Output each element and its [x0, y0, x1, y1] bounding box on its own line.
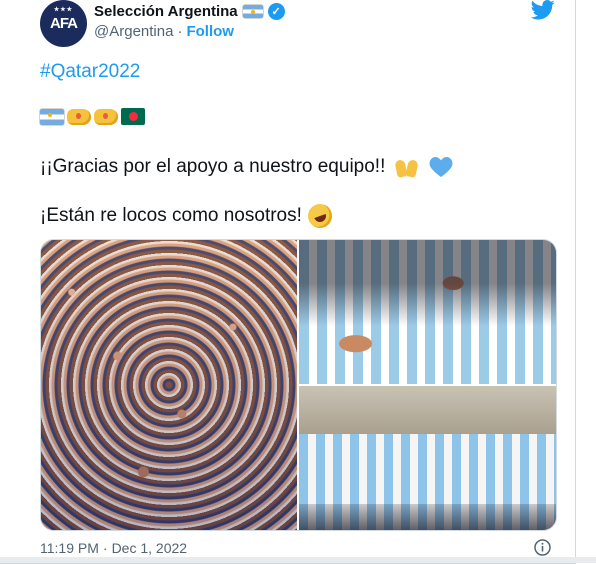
argentina-flag-icon — [40, 108, 64, 125]
date-separator: · — [102, 540, 108, 556]
tweet-text-line-2: ¡Están re locos como nosotros! — [40, 200, 336, 232]
fist-bump-icon — [94, 108, 118, 125]
photo-crowd[interactable] — [41, 240, 297, 530]
tweet-timestamp[interactable]: 11:19 PM · Dec 1, 2022 — [40, 540, 187, 556]
tweet-text-line-1: ¡¡Gracias por el apoyo a nuestro equipo!… — [40, 156, 453, 178]
time: 11:19 PM — [40, 540, 99, 556]
tweet-text: ¡Están re locos como nosotros! — [40, 205, 302, 226]
hashtag-link[interactable]: #Qatar2022 — [40, 61, 140, 83]
handle-row: @Argentina · Follow — [94, 23, 234, 40]
avatar-text: AFA — [50, 15, 78, 32]
handle[interactable]: @Argentina — [94, 23, 173, 40]
photo-fans-in-jerseys[interactable] — [299, 386, 556, 530]
info-icon[interactable] — [534, 539, 551, 556]
verified-badge-icon: ✓ — [267, 3, 285, 20]
emoji-line — [40, 108, 145, 125]
avatar[interactable]: ★★★ AFA — [40, 0, 87, 47]
tweet-card: ★★★ AFA Selección Argentina ✓ @Argentina… — [0, 0, 576, 564]
raising-hands-icon — [394, 156, 420, 178]
bangladesh-flag-icon — [121, 108, 145, 125]
twitter-bird-icon[interactable] — [531, 0, 555, 20]
bottom-edge — [0, 557, 596, 563]
media-grid — [40, 239, 557, 531]
blue-heart-icon — [429, 157, 453, 177]
handle-separator: · — [177, 23, 183, 40]
date: Dec 1, 2022 — [111, 540, 188, 556]
fist-bump-icon — [67, 108, 91, 125]
display-name[interactable]: Selección Argentina — [94, 3, 238, 20]
argentina-flag-icon — [242, 5, 263, 18]
rolling-laughing-icon — [304, 200, 336, 232]
photo-cheering-fans[interactable] — [299, 240, 556, 384]
author-name-row: Selección Argentina ✓ — [94, 3, 285, 20]
tweet-text: ¡¡Gracias por el apoyo a nuestro equipo!… — [40, 156, 386, 177]
follow-button[interactable]: Follow — [186, 23, 234, 40]
